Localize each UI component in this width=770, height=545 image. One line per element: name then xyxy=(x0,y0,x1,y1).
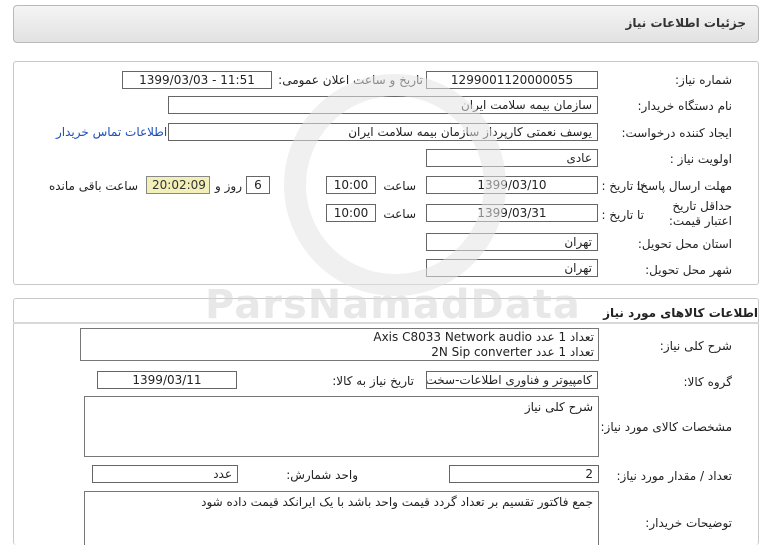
creator-label: ایجاد کننده درخواست: xyxy=(621,126,732,140)
summary-line-1: Axis C8033 Network audio تعداد 1 عدد xyxy=(373,330,594,344)
city-label: شهر محل تحویل: xyxy=(645,263,732,277)
unit-label: واحد شمارش: xyxy=(286,468,358,482)
unit-field: عدد xyxy=(92,465,238,483)
deadline-time-field: 10:00 xyxy=(326,176,376,194)
deadline-time-label: ساعت xyxy=(383,179,416,193)
goods-group-field: کامپیوتر و فناوری اطلاعات-سخت افزار xyxy=(426,371,598,389)
deadline-to-label: تا تاریخ : xyxy=(601,179,644,193)
days-field: 6 xyxy=(246,176,270,194)
deadline-label: مهلت ارسال پاسخ: xyxy=(636,179,732,193)
province-label: استان محل تحویل: xyxy=(637,237,732,251)
summary-box: Axis C8033 Network audio تعداد 1 عدد 2N … xyxy=(80,328,599,361)
priority-field: عادی xyxy=(426,149,598,167)
need-info-panel xyxy=(13,61,759,285)
days-label: روز و xyxy=(215,179,242,193)
priority-label: اولویت نیاز : xyxy=(669,152,732,166)
goods-divider xyxy=(13,322,759,324)
province-field: تهران xyxy=(426,233,598,251)
page-header: جزئیات اطلاعات نیاز xyxy=(13,5,759,43)
contact-buyer-link[interactable]: اطلاعات تماس خریدار xyxy=(56,125,167,139)
need-date-label: تاریخ نیاز به کالا: xyxy=(332,374,414,388)
deadline-date-field: 1399/03/10 xyxy=(426,176,598,194)
validity-to-label: تا تاریخ : xyxy=(601,208,644,222)
buyer-notes-box: جمع فاکتور تقسیم بر تعداد گردد قیمت واحد… xyxy=(84,491,599,545)
specs-label: مشخصات کالای مورد نیاز: xyxy=(600,420,732,434)
summary-line-2: 2N Sip converter تعداد 1 عدد xyxy=(431,345,594,359)
validity-time-field: 10:00 xyxy=(326,204,376,222)
goods-group-label: گروه کالا: xyxy=(683,375,733,389)
validity-time-label: ساعت xyxy=(383,207,416,221)
validity-label: حداقل تاریخ اعتبار قیمت: xyxy=(668,199,732,228)
summary-label: شرح کلی نیاز: xyxy=(659,339,732,353)
announce-field: 1399/03/03 - 11:51 xyxy=(122,71,272,89)
validity-date-field: 1399/03/31 xyxy=(426,204,598,222)
remaining-label: ساعت باقی مانده xyxy=(48,179,138,193)
page-title: جزئیات اطلاعات نیاز xyxy=(625,16,746,30)
specs-box: شرح کلی نیاز xyxy=(84,396,599,457)
need-number-label: شماره نیاز: xyxy=(675,73,732,87)
need-date-field: 1399/03/11 xyxy=(97,371,237,389)
remaining-time-field: 20:02:09 xyxy=(146,176,210,194)
buyer-org-label: نام دستگاه خریدار: xyxy=(637,99,733,113)
need-number-field: 1299001120000055 xyxy=(426,71,598,89)
buyer-org-field: سازمان بیمه سلامت ایران xyxy=(168,96,598,114)
buyer-notes-label: توضیحات خریدار: xyxy=(645,516,732,530)
qty-label: تعداد / مقدار مورد نیاز: xyxy=(616,469,732,483)
creator-field: یوسف نعمتی کارپرداز سازمان بیمه سلامت ای… xyxy=(168,123,598,141)
qty-field: 2 xyxy=(449,465,599,483)
goods-section-title: اطلاعات کالاهای مورد نیاز xyxy=(603,306,758,320)
announce-label: تاریخ و ساعت اعلان عمومی: xyxy=(278,73,423,87)
city-field: تهران xyxy=(426,259,598,277)
